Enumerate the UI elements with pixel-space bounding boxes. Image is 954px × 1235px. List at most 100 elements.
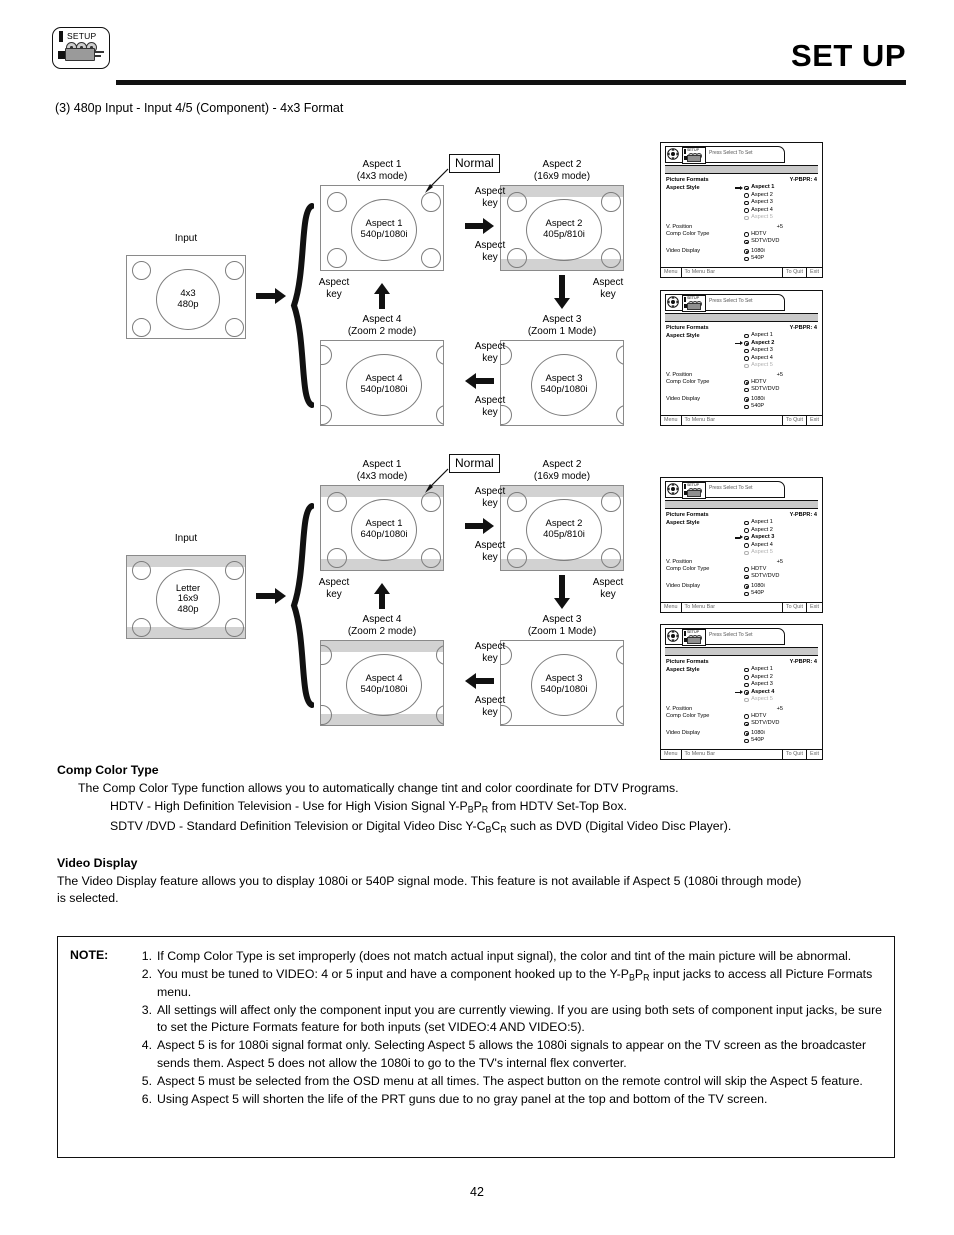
radio-icon[interactable] <box>744 256 749 262</box>
osd-aspect-option-2[interactable]: Aspect 2 <box>744 674 817 681</box>
radio-icon[interactable] <box>744 249 749 254</box>
osd-aspect-option-5[interactable]: Aspect 5 <box>744 696 817 703</box>
osd-comp-color-option-2[interactable]: SDTV/DVD <box>744 386 817 393</box>
radio-icon[interactable] <box>744 185 749 191</box>
osd-comp-color-option-1[interactable]: HDTV <box>744 713 817 720</box>
osd-aspect-option-2[interactable]: Aspect 2 <box>735 340 817 347</box>
radio-icon[interactable] <box>744 682 749 688</box>
osd-video-display-option-2[interactable]: 540P <box>744 403 817 410</box>
osd-video-display-options[interactable]: 1080i 540P <box>744 730 817 745</box>
radio-icon[interactable] <box>744 200 749 206</box>
osd-aspect-options[interactable]: Aspect 1 Aspect 2 Aspect 3 Aspect 4 Aspect 5 <box>735 519 817 556</box>
radio-icon[interactable] <box>744 714 749 719</box>
radio-icon[interactable] <box>744 208 749 213</box>
osd-video-display-option-2[interactable]: 540P <box>744 255 817 262</box>
radio-icon[interactable] <box>744 520 749 526</box>
osd-comp-color-option-1[interactable]: HDTV <box>744 231 817 238</box>
osd-footer-menu[interactable]: Menu <box>661 267 682 277</box>
osd-aspect-option-1[interactable]: Aspect 1 <box>735 184 817 191</box>
radio-icon[interactable] <box>744 341 749 346</box>
osd-video-display-option-1[interactable]: 1080i <box>744 583 817 590</box>
osd-video-display-options[interactable]: 1080i 540P <box>744 248 817 263</box>
osd-v-position-row[interactable]: V. Position +5 <box>666 372 817 379</box>
osd-aspect-option-5[interactable]: Aspect 5 <box>744 362 817 369</box>
osd-comp-color-option-1[interactable]: HDTV <box>744 566 817 573</box>
osd-aspect-option-1[interactable]: Aspect 1 <box>744 332 817 339</box>
radio-icon[interactable] <box>744 239 749 245</box>
radio-icon[interactable] <box>744 591 749 597</box>
radio-icon[interactable] <box>744 675 749 680</box>
osd-footer-to-quit[interactable]: To Quit <box>783 749 807 759</box>
osd-footer-menu[interactable]: Menu <box>661 749 682 759</box>
osd-footer-exit[interactable]: Exit <box>807 416 822 425</box>
osd-comp-color-option-1[interactable]: HDTV <box>744 379 817 386</box>
osd-footer-to-quit[interactable]: To Quit <box>783 415 807 425</box>
osd-aspect-options[interactable]: Aspect 1 Aspect 2 Aspect 3 Aspect 4 Aspect 5 <box>735 184 817 221</box>
osd-footer-exit[interactable]: Exit <box>807 750 822 759</box>
osd-aspect-option-1[interactable]: Aspect 1 <box>744 666 817 673</box>
osd-video-display-option-1[interactable]: 1080i <box>744 730 817 737</box>
osd-footer-menu[interactable]: Menu <box>661 415 682 425</box>
osd-comp-color-options[interactable]: HDTV SDTV/DVD <box>744 379 817 394</box>
osd-footer-to-menu-bar[interactable]: To Menu Bar <box>682 415 783 425</box>
osd-aspect-option-4[interactable]: Aspect 4 <box>735 689 817 696</box>
radio-icon[interactable] <box>744 387 749 393</box>
osd-panel-aspect-2[interactable]: SETUP Press Select To Set Picture Formats Y… <box>660 290 823 426</box>
radio-icon[interactable] <box>744 731 749 736</box>
osd-aspect-option-2[interactable]: Aspect 2 <box>744 192 817 199</box>
osd-aspect-option-2[interactable]: Aspect 2 <box>744 527 817 534</box>
osd-comp-color-options[interactable]: HDTV SDTV/DVD <box>744 231 817 246</box>
osd-aspect-option-3[interactable]: Aspect 3 <box>744 347 817 354</box>
osd-panel-aspect-4[interactable]: SETUP Press Select To Set Picture Formats Y… <box>660 624 823 760</box>
osd-aspect-option-5[interactable]: Aspect 5 <box>744 214 817 221</box>
osd-footer-exit[interactable]: Exit <box>807 268 822 277</box>
radio-icon[interactable] <box>744 232 749 237</box>
radio-icon[interactable] <box>744 528 749 533</box>
radio-icon[interactable] <box>744 380 749 385</box>
radio-icon[interactable] <box>744 567 749 572</box>
osd-aspect-option-4[interactable]: Aspect 4 <box>744 355 817 362</box>
radio-icon[interactable] <box>744 667 749 673</box>
osd-v-position-row[interactable]: V. Position +5 <box>666 706 817 713</box>
radio-icon[interactable] <box>744 550 749 556</box>
radio-icon[interactable] <box>744 404 749 410</box>
radio-icon[interactable] <box>744 363 749 369</box>
osd-footer-to-quit[interactable]: To Quit <box>783 602 807 612</box>
osd-footer-to-quit[interactable]: To Quit <box>783 267 807 277</box>
osd-aspect-option-5[interactable]: Aspect 5 <box>744 549 817 556</box>
osd-footer-to-menu-bar[interactable]: To Menu Bar <box>682 749 783 759</box>
osd-panel-aspect-3[interactable]: SETUP Press Select To Set Picture Formats Y… <box>660 477 823 613</box>
radio-icon[interactable] <box>744 697 749 703</box>
radio-icon[interactable] <box>744 738 749 744</box>
osd-footer-to-menu-bar[interactable]: To Menu Bar <box>682 267 783 277</box>
radio-icon[interactable] <box>744 721 749 727</box>
osd-video-display-options[interactable]: 1080i 540P <box>744 583 817 598</box>
osd-comp-color-option-2[interactable]: SDTV/DVD <box>744 720 817 727</box>
osd-video-display-option-1[interactable]: 1080i <box>744 248 817 255</box>
osd-v-position-row[interactable]: V. Position +5 <box>666 224 817 231</box>
osd-comp-color-option-2[interactable]: SDTV/DVD <box>744 238 817 245</box>
radio-icon[interactable] <box>744 574 749 580</box>
radio-icon[interactable] <box>744 584 749 589</box>
radio-icon[interactable] <box>744 193 749 198</box>
radio-icon[interactable] <box>744 215 749 221</box>
osd-footer-exit[interactable]: Exit <box>807 603 822 612</box>
osd-comp-color-option-2[interactable]: SDTV/DVD <box>744 573 817 580</box>
osd-video-display-option-2[interactable]: 540P <box>744 737 817 744</box>
osd-video-display-option-1[interactable]: 1080i <box>744 396 817 403</box>
osd-video-display-option-2[interactable]: 540P <box>744 590 817 597</box>
osd-aspect-options[interactable]: Aspect 1 Aspect 2 Aspect 3 Aspect 4 Aspect 5 <box>735 332 817 369</box>
osd-aspect-option-4[interactable]: Aspect 4 <box>744 207 817 214</box>
osd-footer-menu[interactable]: Menu <box>661 602 682 612</box>
radio-icon[interactable] <box>744 333 749 339</box>
osd-comp-color-options[interactable]: HDTV SDTV/DVD <box>744 713 817 728</box>
osd-aspect-option-1[interactable]: Aspect 1 <box>744 519 817 526</box>
osd-video-display-options[interactable]: 1080i 540P <box>744 396 817 411</box>
osd-footer-to-menu-bar[interactable]: To Menu Bar <box>682 602 783 612</box>
osd-panel-aspect-1[interactable]: SETUP Press Select To Set Picture Formats Y… <box>660 142 823 278</box>
radio-icon[interactable] <box>744 535 749 541</box>
radio-icon[interactable] <box>744 356 749 361</box>
osd-aspect-option-3[interactable]: Aspect 3 <box>744 199 817 206</box>
osd-aspect-option-3[interactable]: Aspect 3 <box>735 534 817 541</box>
osd-aspect-option-3[interactable]: Aspect 3 <box>744 681 817 688</box>
